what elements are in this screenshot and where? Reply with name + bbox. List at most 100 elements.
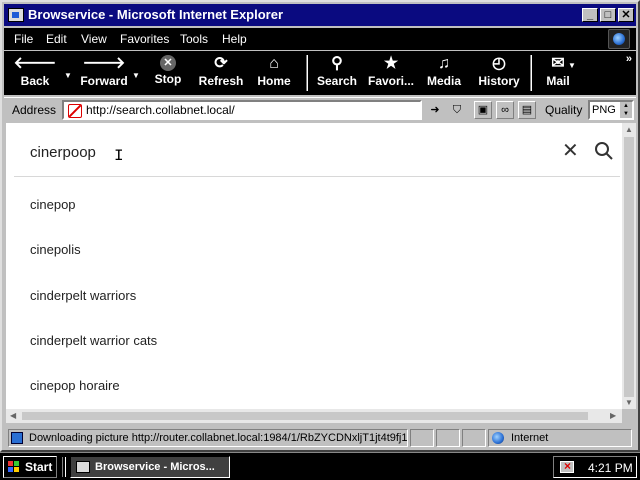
favorites-icon: ★ <box>383 55 399 72</box>
quality-label: Quality <box>545 103 583 117</box>
menu-view[interactable]: View <box>81 32 107 46</box>
quality-select[interactable]: PNG ▲ ▼ <box>588 100 634 120</box>
search-toolbar-button[interactable]: ⚲ Search <box>312 53 362 93</box>
vertical-scroll-thumb[interactable] <box>624 137 634 397</box>
address-input[interactable] <box>86 103 416 117</box>
scroll-left-icon[interactable]: ◀ <box>10 411 16 420</box>
search-label: Search <box>316 74 358 88</box>
start-button[interactable]: Start <box>3 456 57 478</box>
horizontal-scrollbar[interactable]: ◀ ▶ <box>6 409 622 423</box>
windows-flag-icon <box>8 461 20 473</box>
back-label: Back <box>20 74 50 88</box>
address-label: Address <box>12 103 57 117</box>
forward-button[interactable]: 🡒 Forward <box>76 53 132 93</box>
home-label: Home <box>257 74 291 88</box>
save-page-icon[interactable]: ▣ <box>474 101 492 119</box>
status-cell <box>462 429 486 447</box>
refresh-label: Refresh <box>198 74 244 88</box>
mail-dropdown-icon[interactable]: ▼ <box>568 61 576 70</box>
address-field-box[interactable] <box>62 100 422 120</box>
suggestion-item[interactable]: cinderpelt warriors <box>30 288 136 303</box>
refresh-icon: ⟳ <box>214 55 228 72</box>
status-text: Downloading picture http://router.collab… <box>29 432 408 444</box>
search-divider <box>14 176 620 177</box>
scroll-right-icon[interactable]: ▶ <box>610 411 616 420</box>
menu-bar: File Edit View Favorites Tools Help <box>4 28 636 50</box>
home-icon: ⌂ <box>269 55 279 72</box>
ie-throbber-logo <box>608 29 630 49</box>
title-bar[interactable]: Browservice - Microsoft Internet Explore… <box>4 4 636 26</box>
toolbar-separator <box>306 55 308 91</box>
page-content: cinerpoop I ✕ cinepop cinepolis cinderpe… <box>6 123 622 409</box>
menu-file[interactable]: File <box>14 32 33 46</box>
search-icon: ⚲ <box>331 55 343 72</box>
quality-value: PNG <box>592 104 616 116</box>
media-icon: ♫ <box>438 55 450 72</box>
status-cell <box>410 429 434 447</box>
clear-search-button[interactable]: ✕ <box>562 141 579 161</box>
quality-spinner-icon[interactable]: ▲ ▼ <box>620 102 632 118</box>
close-button[interactable]: ✕ <box>618 8 634 22</box>
favorites-label: Favori... <box>367 74 414 88</box>
taskbar-window-label: Browservice - Micros... <box>95 461 215 473</box>
media-button[interactable]: ♫ Media <box>422 53 466 93</box>
ie-window-icon <box>76 461 90 473</box>
forward-dropdown-icon[interactable]: ▼ <box>132 71 140 80</box>
page-not-secure-icon <box>68 104 82 118</box>
vertical-scrollbar[interactable]: ▲ ▼ <box>622 123 636 409</box>
clock[interactable]: 4:21 PM <box>588 461 633 475</box>
zone-label: Internet <box>511 432 549 444</box>
status-cell <box>436 429 460 447</box>
forward-arrow-icon: 🡒 <box>82 55 126 72</box>
stop-label: Stop <box>154 72 182 86</box>
text-cursor-icon: I <box>114 147 124 165</box>
minimize-button[interactable]: _ <box>582 8 598 22</box>
bookmark-icon[interactable]: ⛉ <box>448 101 466 119</box>
taskbar: Start Browservice - Micros... 4:21 PM <box>0 452 640 480</box>
address-bar: Address ➜ ⛉ ▣ ∞ ▤ Quality PNG ▲▼ <box>4 97 636 122</box>
refresh-button[interactable]: ⟳ Refresh <box>196 53 246 93</box>
horizontal-scroll-thumb[interactable] <box>22 412 588 420</box>
search-submit-icon[interactable] <box>594 141 614 161</box>
ie-window-icon[interactable] <box>8 8 24 22</box>
menu-favorites[interactable]: Favorites <box>120 32 169 46</box>
back-arrow-icon: 🡐 <box>13 55 57 72</box>
stop-button[interactable]: ✕ Stop <box>148 53 188 93</box>
history-button[interactable]: ◴ History <box>474 53 524 93</box>
forward-label: Forward <box>80 74 128 88</box>
go-arrow-icon[interactable]: ➜ <box>426 101 444 119</box>
home-button[interactable]: ⌂ Home <box>254 53 294 93</box>
media-label: Media <box>426 74 461 88</box>
taskbar-window-button[interactable]: Browservice - Micros... <box>70 456 230 478</box>
back-button[interactable]: 🡐 Back <box>10 53 60 93</box>
network-disconnected-icon[interactable] <box>560 459 574 473</box>
suggestion-item[interactable]: cinepolis <box>30 242 81 257</box>
internet-zone-icon <box>492 432 504 444</box>
suggestion-item[interactable]: cinderpelt warrior cats <box>30 333 157 348</box>
toolbar-overflow-chevron[interactable]: » <box>626 53 632 65</box>
menu-edit[interactable]: Edit <box>46 32 67 46</box>
window-title: Browservice - Microsoft Internet Explore… <box>28 7 284 22</box>
standard-toolbar: 🡐 Back ▼ 🡒 Forward ▼ ✕ Stop ⟳ Refresh ⌂ … <box>4 51 636 95</box>
taskbar-grip <box>62 457 66 477</box>
status-bar: Downloading picture http://router.collab… <box>4 427 636 449</box>
history-icon: ◴ <box>492 55 506 72</box>
start-label: Start <box>25 460 53 474</box>
stop-icon: ✕ <box>160 55 176 71</box>
suggestion-item[interactable]: cinepop horaire <box>30 378 120 393</box>
scroll-down-icon[interactable]: ▼ <box>625 398 633 407</box>
maximize-button[interactable]: □ <box>600 8 616 22</box>
mail-button[interactable]: ✉ Mail <box>540 53 576 93</box>
clipboard-icon[interactable]: ▤ <box>518 101 536 119</box>
favorites-button[interactable]: ★ Favori... <box>364 53 418 93</box>
menu-tools[interactable]: Tools <box>180 32 208 46</box>
browser-window: Browservice - Microsoft Internet Explore… <box>0 0 640 452</box>
search-input[interactable]: cinerpoop <box>30 144 96 161</box>
find-binoculars-icon[interactable]: ∞ <box>496 101 514 119</box>
scroll-up-icon[interactable]: ▲ <box>625 125 633 134</box>
system-tray: 4:21 PM <box>553 456 637 478</box>
back-dropdown-icon[interactable]: ▼ <box>64 71 72 80</box>
menu-help[interactable]: Help <box>222 32 247 46</box>
suggestion-item[interactable]: cinepop <box>30 197 76 212</box>
download-page-icon <box>11 432 23 444</box>
